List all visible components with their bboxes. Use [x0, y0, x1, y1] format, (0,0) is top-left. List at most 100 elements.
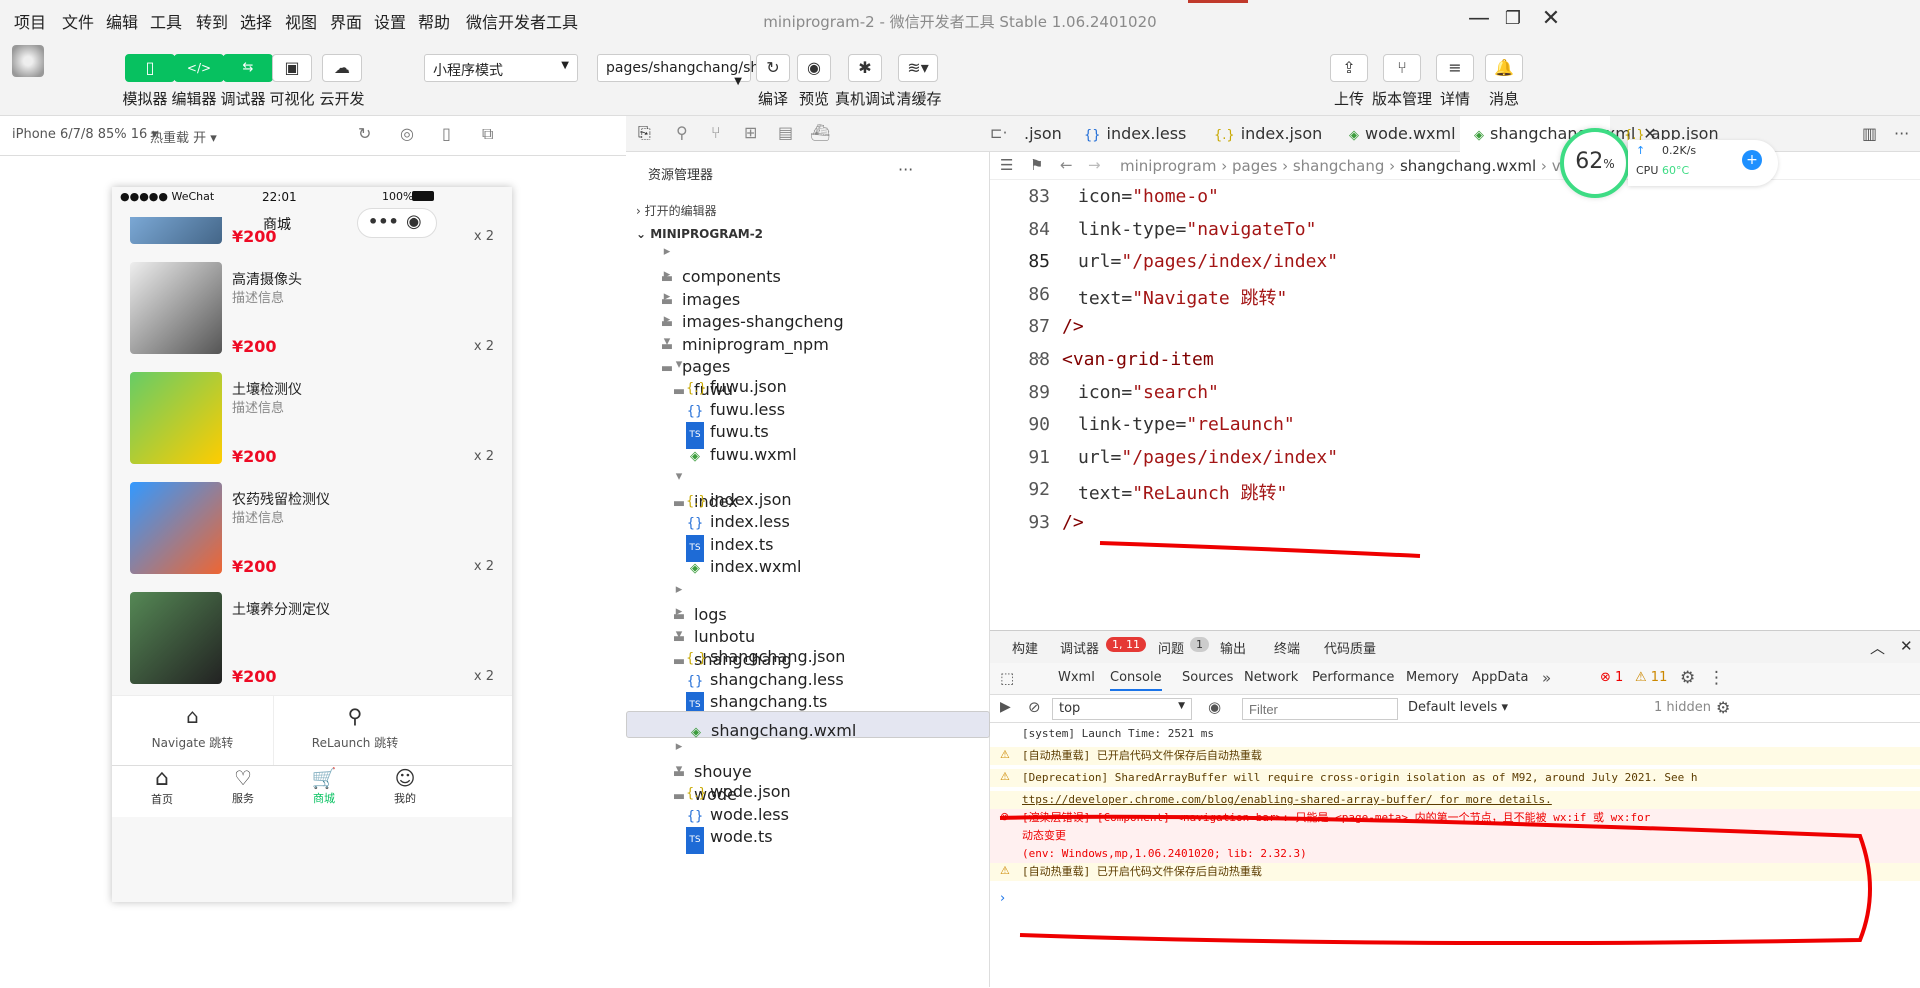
tree-item[interactable]: TS wode.ts [626, 823, 990, 854]
product-card[interactable]: ¥200 x 2 [112, 217, 512, 257]
grid-item-navigate[interactable]: ⌂ Navigate 跳转 [112, 696, 274, 766]
search-icon[interactable]: ⚲ [676, 123, 688, 142]
breadcrumb-item[interactable]: shangchang.wxml [1400, 157, 1536, 175]
menu-10[interactable]: 微信开发者工具 [466, 9, 578, 33]
context-select[interactable]: top ▼ [1052, 698, 1192, 720]
devtools-tab[interactable]: Wxml [1058, 670, 1095, 685]
menu-3[interactable]: 工具 [150, 9, 182, 33]
reload-icon[interactable]: ↻ [358, 124, 371, 143]
preview-button[interactable]: ◉ [797, 54, 831, 82]
close-window-button[interactable]: ✕ [1538, 6, 1564, 32]
breadcrumb-item[interactable]: miniprogram [1120, 157, 1216, 175]
editor-tab[interactable]: {.} index.json [1200, 116, 1322, 152]
messages-button[interactable]: 🔔 [1485, 54, 1523, 82]
product-card[interactable]: 高清摄像头 描述信息 ¥200 x 2 [112, 257, 512, 367]
visual-button[interactable]: ▣ [272, 54, 312, 82]
panel-tab[interactable]: 输出 [1220, 638, 1246, 657]
menu-7[interactable]: 界面 [330, 9, 362, 33]
close-icon[interactable]: ✕ [1900, 637, 1913, 655]
more-tabs-icon[interactable]: » [1542, 669, 1551, 687]
device-select[interactable]: iPhone 6/7/8 85% 16 ▾ [12, 127, 158, 142]
files-icon[interactable]: ⎘ [638, 123, 651, 143]
devtools-tab[interactable]: AppData [1472, 670, 1528, 685]
add-icon[interactable]: + [1742, 150, 1762, 170]
editor-toggle-button[interactable]: </> [174, 54, 224, 82]
console-prompt[interactable]: › [1000, 891, 1005, 906]
fold-icon[interactable]: ⌄ [1034, 348, 1044, 362]
error-count[interactable]: ⊗ 1 [1600, 670, 1623, 685]
split-icon[interactable]: ⊏· [990, 124, 1007, 142]
debugger-toggle-button[interactable]: ⇆ [223, 54, 273, 82]
menu-5[interactable]: 选择 [240, 9, 272, 33]
devtools-tab[interactable]: Console [1110, 670, 1162, 691]
menu-1[interactable]: 文件 [62, 9, 94, 33]
preview-icon[interactable]: ▤ [778, 123, 793, 142]
menu-0[interactable]: 项目 [14, 9, 46, 33]
back-arrow-icon[interactable]: ← [1060, 156, 1073, 174]
warning-count[interactable]: ⚠ 11 [1635, 670, 1667, 685]
clear-cache-button[interactable]: ≋▾ [898, 54, 938, 82]
panel-tab[interactable]: 终端 [1274, 638, 1300, 657]
project-section[interactable]: ⌄ MINIPROGRAM-2 [626, 223, 990, 246]
product-card[interactable]: 土壤养分测定仪 ¥200 x 2 [112, 587, 512, 687]
docker-icon[interactable]: ⛴ [810, 123, 830, 142]
minimize-button[interactable]: — [1466, 6, 1492, 32]
chevron-up-icon[interactable]: ︿ [1870, 637, 1885, 658]
grid-item-relaunch[interactable]: ⚲ ReLaunch 跳转 [274, 696, 436, 766]
hot-reload-select[interactable]: 热重载 开 ▾ [150, 127, 217, 146]
maximize-button[interactable]: ❐ [1500, 6, 1526, 32]
devtools-tab[interactable]: Sources [1182, 670, 1233, 685]
product-card[interactable]: 农药残留检测仪 描述信息 ¥200 x 2 [112, 477, 512, 587]
avatar[interactable] [12, 45, 44, 77]
more-icon[interactable]: ··· [1894, 124, 1909, 143]
inspect-icon[interactable]: ⬚ [1000, 669, 1014, 687]
devtools-tab[interactable]: Memory [1406, 670, 1459, 685]
more-icon[interactable]: ··· [898, 160, 913, 179]
cloud-button[interactable]: ☁ [322, 54, 362, 82]
sidebar-toggle-icon[interactable]: ▶ [1000, 699, 1011, 715]
menu-6[interactable]: 视图 [285, 9, 317, 33]
panel-tab[interactable]: 问题 [1158, 638, 1184, 657]
version-button[interactable]: ⑂ [1383, 54, 1421, 82]
menu-9[interactable]: 帮助 [418, 9, 450, 33]
panel-tab[interactable]: 构建 [1012, 638, 1038, 657]
split-editor-icon[interactable]: ▥ [1862, 124, 1877, 143]
devtools-tab[interactable]: Performance [1312, 670, 1394, 685]
simulator-toggle-button[interactable]: ▯ [125, 54, 175, 82]
list-icon[interactable]: ☰ [1000, 156, 1013, 174]
log-levels-select[interactable]: Default levels ▾ [1408, 700, 1508, 715]
editor-tab[interactable]: {} index.less [1070, 116, 1186, 152]
upload-button[interactable]: ⇪ [1330, 54, 1368, 82]
code-area[interactable]: 83 icon="home-o" 84 link-type="navigateTo" 8… [990, 180, 1920, 630]
eye-icon[interactable]: ◉ [1208, 698, 1221, 716]
bookmark-icon[interactable]: ⚑ [1030, 156, 1043, 174]
tab-mine[interactable]: ☺ 我的 [355, 766, 455, 818]
clear-console-icon[interactable]: ⊘ [1028, 698, 1041, 716]
page-select[interactable]: pages/shangchang/sh... ▼ [597, 54, 773, 87]
mode-select[interactable]: 小程序模式 ▼ [424, 54, 578, 82]
phone-icon[interactable]: ▯ [442, 124, 451, 143]
open-editors-section[interactable]: › 打开的编辑器 [626, 200, 990, 223]
gear-icon[interactable]: ⚙ [1680, 668, 1695, 688]
panel-tab[interactable]: 代码质量 [1324, 638, 1376, 657]
forward-arrow-icon[interactable]: → [1088, 156, 1101, 174]
kebab-icon[interactable]: ⋮ [1708, 668, 1725, 688]
gear-icon[interactable]: ⚙ [1716, 698, 1730, 717]
details-button[interactable]: ≡ [1436, 54, 1474, 82]
menu-2[interactable]: 编辑 [106, 9, 138, 33]
editor-tab[interactable]: .json [1010, 116, 1062, 152]
compile-button[interactable]: ↻ [756, 54, 790, 82]
menu-8[interactable]: 设置 [374, 9, 406, 33]
extensions-icon[interactable]: ⊞ [744, 123, 757, 142]
git-icon[interactable]: ⑂ [711, 123, 721, 142]
breadcrumb-item[interactable]: shangchang [1293, 157, 1385, 175]
editor-tab[interactable]: ◈ wode.wxml [1335, 116, 1456, 152]
product-card[interactable]: 土壤检测仪 描述信息 ¥200 x 2 [112, 367, 512, 477]
stop-icon[interactable]: ◎ [400, 124, 414, 143]
real-debug-button[interactable]: ✱ [848, 54, 882, 82]
panel-tab[interactable]: 调试器 [1060, 638, 1099, 657]
filter-input[interactable] [1242, 698, 1398, 720]
menu-4[interactable]: 转到 [196, 9, 228, 33]
breadcrumb-item[interactable]: pages [1232, 157, 1277, 175]
popout-icon[interactable]: ⧉ [482, 124, 493, 144]
